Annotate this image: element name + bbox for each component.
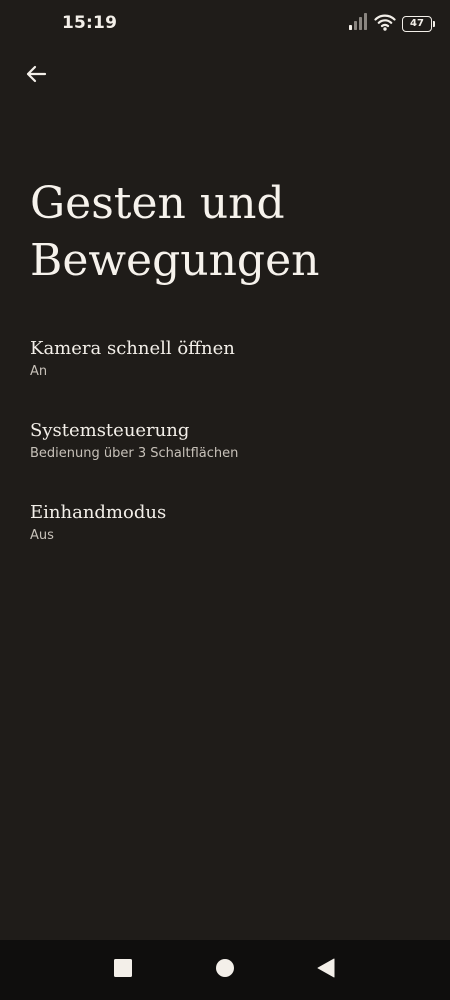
battery-icon: 47 [402, 16, 435, 32]
back-button[interactable] [20, 60, 52, 92]
page-title: Gesten und Bewegungen [30, 178, 320, 286]
wifi-icon [374, 13, 396, 35]
setting-title: Kamera schnell öffnen [30, 338, 235, 359]
status-icons: 47 [348, 13, 435, 35]
signal-icon [348, 13, 368, 35]
battery-level: 47 [410, 18, 424, 29]
recents-button[interactable] [111, 958, 135, 982]
status-time: 15:19 [62, 13, 118, 33]
settings-list: Kamera schnell öffnen An Systemsteuerung… [30, 336, 430, 582]
setting-system-navigation[interactable]: Systemsteuerung Bedienung über 3 Schaltf… [30, 418, 430, 500]
setting-title: Systemsteuerung [30, 420, 190, 441]
setting-camera-quick-open[interactable]: Kamera schnell öffnen An [30, 336, 430, 418]
back-triangle-icon [316, 958, 336, 982]
setting-one-handed-mode[interactable]: Einhandmodus Aus [30, 500, 430, 582]
status-bar: 15:19 47 [0, 0, 450, 48]
recents-square-icon [113, 958, 133, 982]
setting-summary: Aus [30, 528, 54, 543]
nav-back-button[interactable] [314, 958, 338, 982]
setting-title: Einhandmodus [30, 502, 167, 523]
home-circle-icon [215, 958, 235, 982]
arrow-left-icon [24, 62, 48, 90]
home-button[interactable] [213, 958, 237, 982]
setting-summary: Bedienung über 3 Schaltflächen [30, 446, 239, 461]
setting-summary: An [30, 364, 48, 379]
navigation-bar [0, 940, 450, 1000]
